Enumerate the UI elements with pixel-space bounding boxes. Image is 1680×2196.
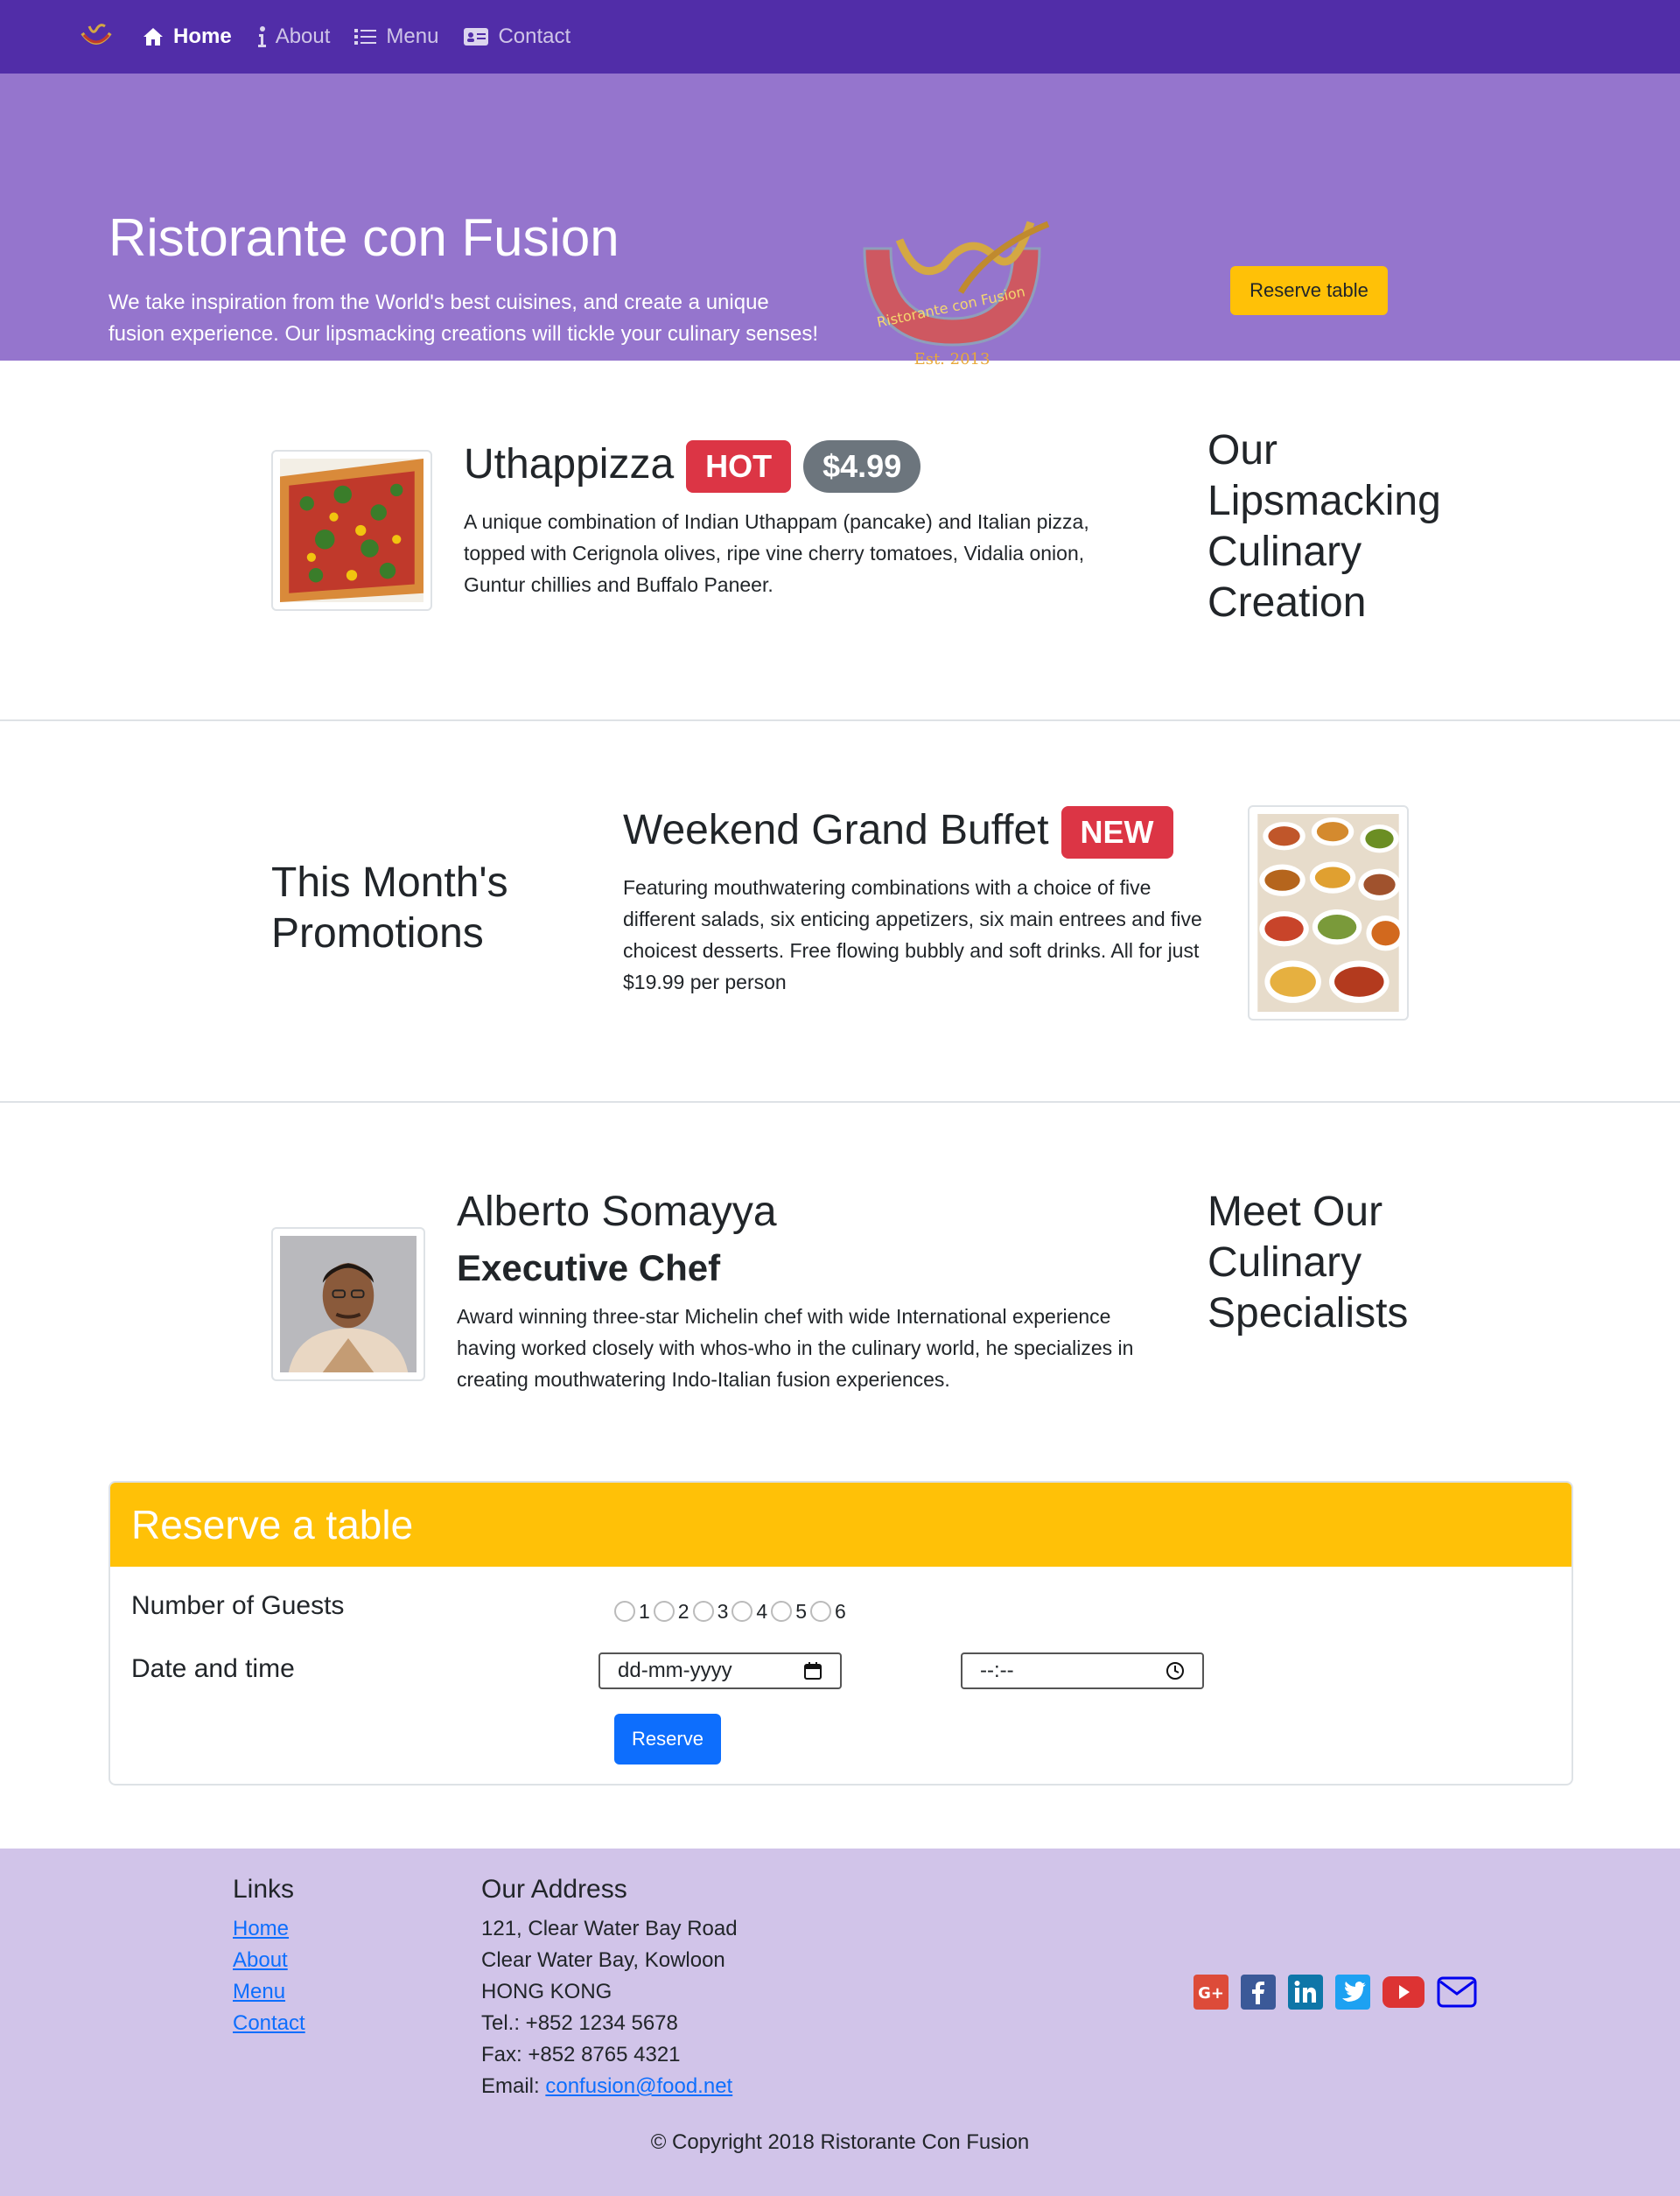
leader-photo [271,1227,425,1381]
footer-address: 121, Clear Water Bay Road Clear Water Ba… [481,1913,738,2102]
dish-side-heading: Our Lipsmacking Culinary Creation [1208,427,1441,626]
jumbotron-title: Ristorante con Fusion [108,208,620,267]
new-badge: NEW [1060,806,1173,859]
calendar-icon[interactable] [803,1661,822,1680]
address-line: 121, Clear Water Bay Road [481,1917,738,1940]
nav-home[interactable]: Home [142,21,232,53]
home-icon [144,28,163,46]
footer-tel: Tel.: +852 1234 5678 [481,2011,678,2035]
reservation-card: Reserve a table Number of Guests 1 2 3 4… [108,1481,1573,1786]
linkedin-icon[interactable] [1288,1975,1323,2010]
jumbotron-text: We take inspiration from the World's bes… [108,291,819,346]
nav-menu-label: Menu [386,25,439,48]
dish-section: Uthappizza HOT $4.99 A unique combination … [0,361,1680,721]
footer-email-row: Email: confusion@food.net [481,2071,738,2102]
guests-option-label: 5 [795,1600,807,1623]
price-badge: $4.99 [803,440,921,494]
footer-link-menu[interactable]: Menu [233,1976,305,2008]
facebook-icon[interactable] [1241,1975,1276,2010]
date-input[interactable]: dd-mm-yyyy [598,1652,842,1689]
google-plus-icon[interactable]: G+ [1194,1975,1228,2010]
list-icon [354,29,377,45]
reserve-table-button[interactable]: Reserve table [1230,266,1388,315]
restaurant-logo: Ristorante con Fusion Est. 2013 [856,214,1074,371]
guests-radio-4[interactable] [732,1601,753,1623]
guests-radio-1[interactable] [614,1601,635,1623]
datetime-label: Date and time [131,1654,295,1683]
hot-badge: HOT [686,440,792,494]
footer-link-about[interactable]: About [233,1945,305,1976]
nav-contact-label: Contact [498,25,571,48]
address-line: Clear Water Bay, Kowloon [481,1948,725,1972]
footer-email-label: Email: [481,2074,546,2098]
footer-link-home[interactable]: Home [233,1913,305,1945]
dish-name: Uthappizza [464,441,675,488]
svg-text:G+: G+ [1198,1984,1224,2003]
footer-email-link[interactable]: confusion@food.net [545,2074,732,2098]
info-icon [257,26,266,47]
guests-option-label: 3 [717,1600,729,1623]
footer-link-contact[interactable]: Contact [233,2008,305,2039]
clock-icon[interactable] [1166,1661,1185,1680]
copyright: © Copyright 2018 Ristorante Con Fusion [650,2130,1030,2154]
jumbotron: Ristorante con Fusion We take inspiratio… [0,74,1680,368]
leader-designation: Executive Chef [457,1247,721,1288]
guests-option-label: 2 [677,1600,690,1623]
guests-radio-group: 1 2 3 4 5 6 [614,1596,850,1627]
footer-fax: Fax: +852 8765 4321 [481,2043,681,2066]
promotion-name: Weekend Grand Buffet [623,807,1049,853]
promotion-description: Featuring mouthwatering combinations wit… [623,876,1202,993]
nav-about-label: About [275,25,331,48]
youtube-icon[interactable] [1382,1976,1424,2008]
guests-option-label: 4 [756,1600,768,1623]
address-line: HONG KONG [481,1980,612,2003]
leader-description: Award winning three-star Michelin chef w… [457,1305,1134,1391]
address-card-icon [464,28,489,46]
dish-description: A unique combination of Indian Uthappam … [464,510,1089,596]
reserve-submit-button[interactable]: Reserve [614,1714,721,1765]
guests-option-label: 6 [834,1600,846,1623]
social-links: G+ [1194,1975,1489,2010]
dish-image [271,450,432,611]
date-input-value: dd-mm-yyyy [618,1659,732,1682]
nav-home-label: Home [173,25,232,48]
navbar: Home About Menu Contact [0,0,1680,74]
leader-side-heading: Meet Our Culinary Specialists [1208,1189,1409,1337]
brand-logo-icon[interactable] [77,18,116,56]
guests-radio-2[interactable] [653,1601,675,1623]
time-input-value: --:-- [980,1659,1014,1682]
dish-heading: Uthappizza HOT $4.99 [464,439,921,494]
promotion-heading: Weekend Grand Buffet NEW [623,805,1173,859]
footer: Links Home About Menu Contact Our Addres… [0,1849,1680,2196]
leader-name: Alberto Somayya [457,1189,777,1235]
footer-links: Home About Menu Contact [233,1913,305,2039]
email-icon[interactable] [1437,1976,1477,2008]
promotion-section: This Month's Promotions Weekend Grand Bu… [0,721,1680,1103]
guests-radio-3[interactable] [692,1601,714,1623]
twitter-icon[interactable] [1335,1975,1370,2010]
footer-links-heading: Links [233,1875,295,1904]
nav-about[interactable]: About [256,21,331,53]
promotion-image [1248,805,1409,1021]
nav-contact[interactable]: Contact [463,21,570,53]
guests-radio-5[interactable] [771,1601,793,1623]
time-input[interactable]: --:-- [961,1652,1204,1689]
guests-label: Number of Guests [131,1591,345,1620]
footer-address-heading: Our Address [481,1875,627,1904]
reservation-card-title: Reserve a table [110,1483,1572,1567]
guests-option-label: 1 [639,1600,650,1623]
nav-menu[interactable]: Menu [354,21,438,53]
guests-radio-6[interactable] [809,1601,831,1623]
promotion-side-heading: This Month's Promotions [271,859,508,957]
leader-section: Alberto Somayya Executive Chef Award win… [0,1103,1680,1479]
